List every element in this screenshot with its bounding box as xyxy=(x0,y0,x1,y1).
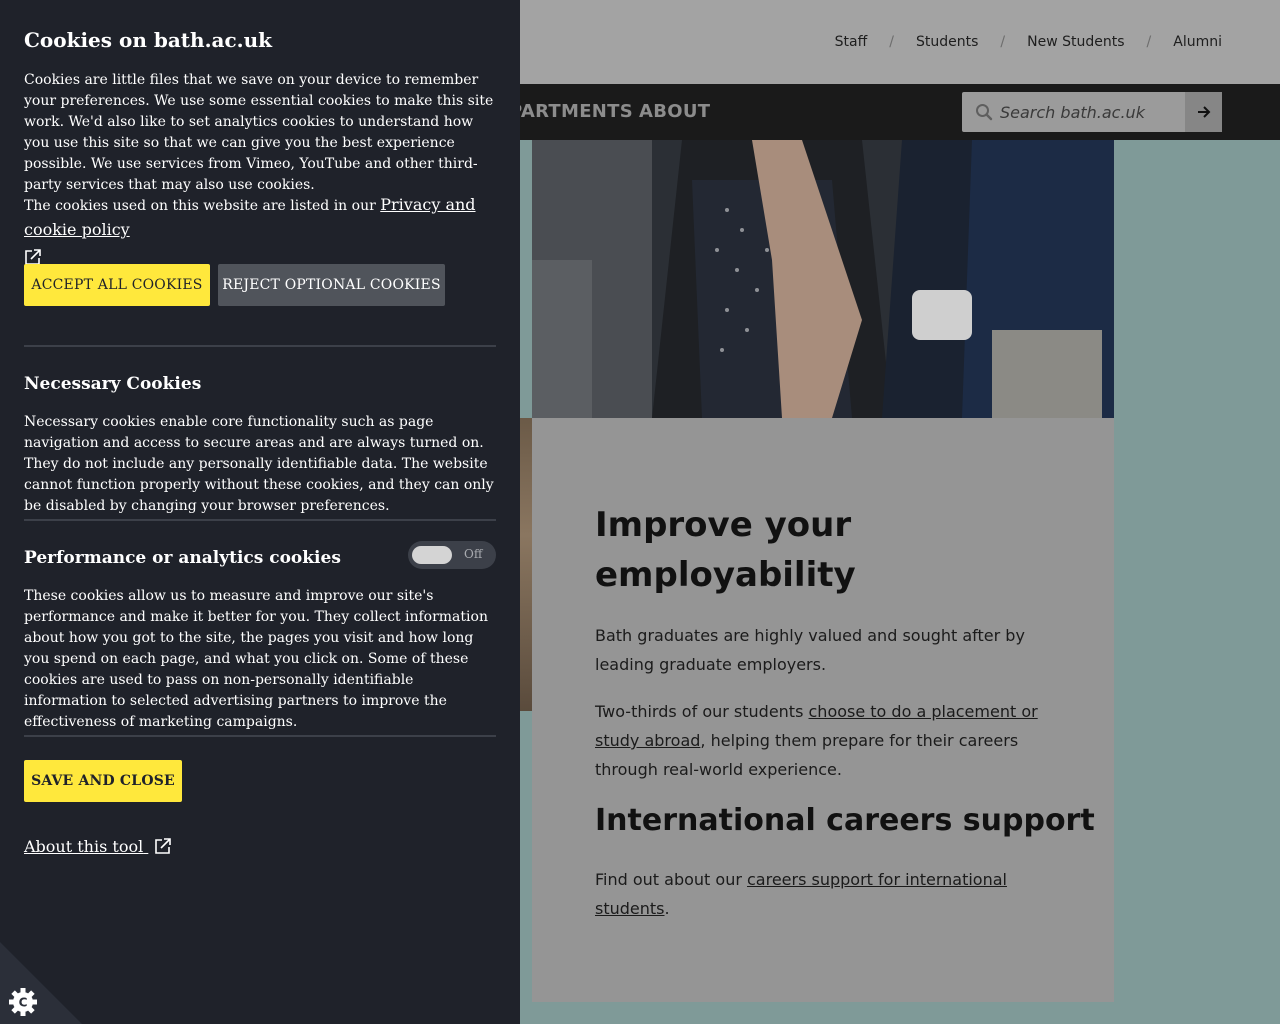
audience-link-alumni[interactable]: Alumni xyxy=(1173,34,1222,50)
about-tool-link-row: About this tool xyxy=(24,837,172,856)
audience-nav: Staff / Students / New Students / Alumni xyxy=(835,34,1222,50)
audience-link-students[interactable]: Students xyxy=(916,34,978,50)
hero-image xyxy=(532,140,1114,418)
audience-link-new-students[interactable]: New Students xyxy=(1027,34,1124,50)
employability-card: Improve your employability Bath graduate… xyxy=(532,418,1114,1002)
placement-paragraph: Two-thirds of our students choose to do … xyxy=(595,702,1038,779)
heading-international-careers: International careers support xyxy=(595,803,1095,838)
audience-separator: / xyxy=(889,34,894,50)
audience-separator: / xyxy=(1000,34,1006,50)
necessary-cookies-title: Necessary Cookies xyxy=(24,374,202,394)
toggle-knob xyxy=(412,546,452,564)
cookie-consent-panel: Cookies on bath.ac.uk Cookies are little… xyxy=(0,0,520,1024)
international-paragraph: Find out about our careers support for i… xyxy=(595,870,1007,918)
search-icon xyxy=(976,104,993,121)
save-and-close-button[interactable]: SAVE AND CLOSE xyxy=(24,760,182,802)
performance-cookies-toggle[interactable]: Off xyxy=(408,541,496,569)
cookie-settings-icon[interactable]: C xyxy=(0,942,82,1024)
necessary-cookies-text: Necessary cookies enable core functional… xyxy=(24,414,494,514)
audience-separator: / xyxy=(1146,34,1152,50)
search-input[interactable] xyxy=(1000,100,1180,124)
site-search xyxy=(962,92,1222,132)
cookie-policy-text: The cookies used on this website are lis… xyxy=(24,193,498,267)
performance-cookies-text: These cookies allow us to measure and im… xyxy=(24,588,488,730)
search-submit-button[interactable] xyxy=(1185,92,1222,132)
employability-paragraph: Bath graduates are highly valued and sou… xyxy=(595,626,1025,674)
audience-link-staff[interactable]: Staff xyxy=(835,34,868,50)
heading-improve-employability: Improve your employability xyxy=(595,505,856,595)
nav-item-departments[interactable]: PARTMENTS xyxy=(509,101,633,122)
accept-all-cookies-button[interactable]: ACCEPT ALL COOKIES xyxy=(24,264,210,306)
svg-text:C: C xyxy=(19,996,28,1010)
arrow-right-icon xyxy=(1197,106,1210,118)
cookie-intro-text: Cookies are little files that we save on… xyxy=(24,72,494,193)
external-link-icon[interactable] xyxy=(154,837,172,855)
nav-item-about[interactable]: ABOUT xyxy=(639,101,710,122)
divider xyxy=(24,519,496,521)
performance-cookies-title: Performance or analytics cookies xyxy=(24,548,341,568)
cookie-panel-title: Cookies on bath.ac.uk xyxy=(24,28,273,52)
students-photo xyxy=(532,140,1114,418)
about-tool-link[interactable]: About this tool xyxy=(24,837,143,856)
divider xyxy=(24,735,496,737)
side-photo-strip xyxy=(519,418,532,711)
divider xyxy=(24,345,496,347)
background-strip xyxy=(519,711,532,1002)
toggle-state-label: Off xyxy=(464,547,483,561)
reject-optional-cookies-button[interactable]: REJECT OPTIONAL COOKIES xyxy=(218,264,445,306)
